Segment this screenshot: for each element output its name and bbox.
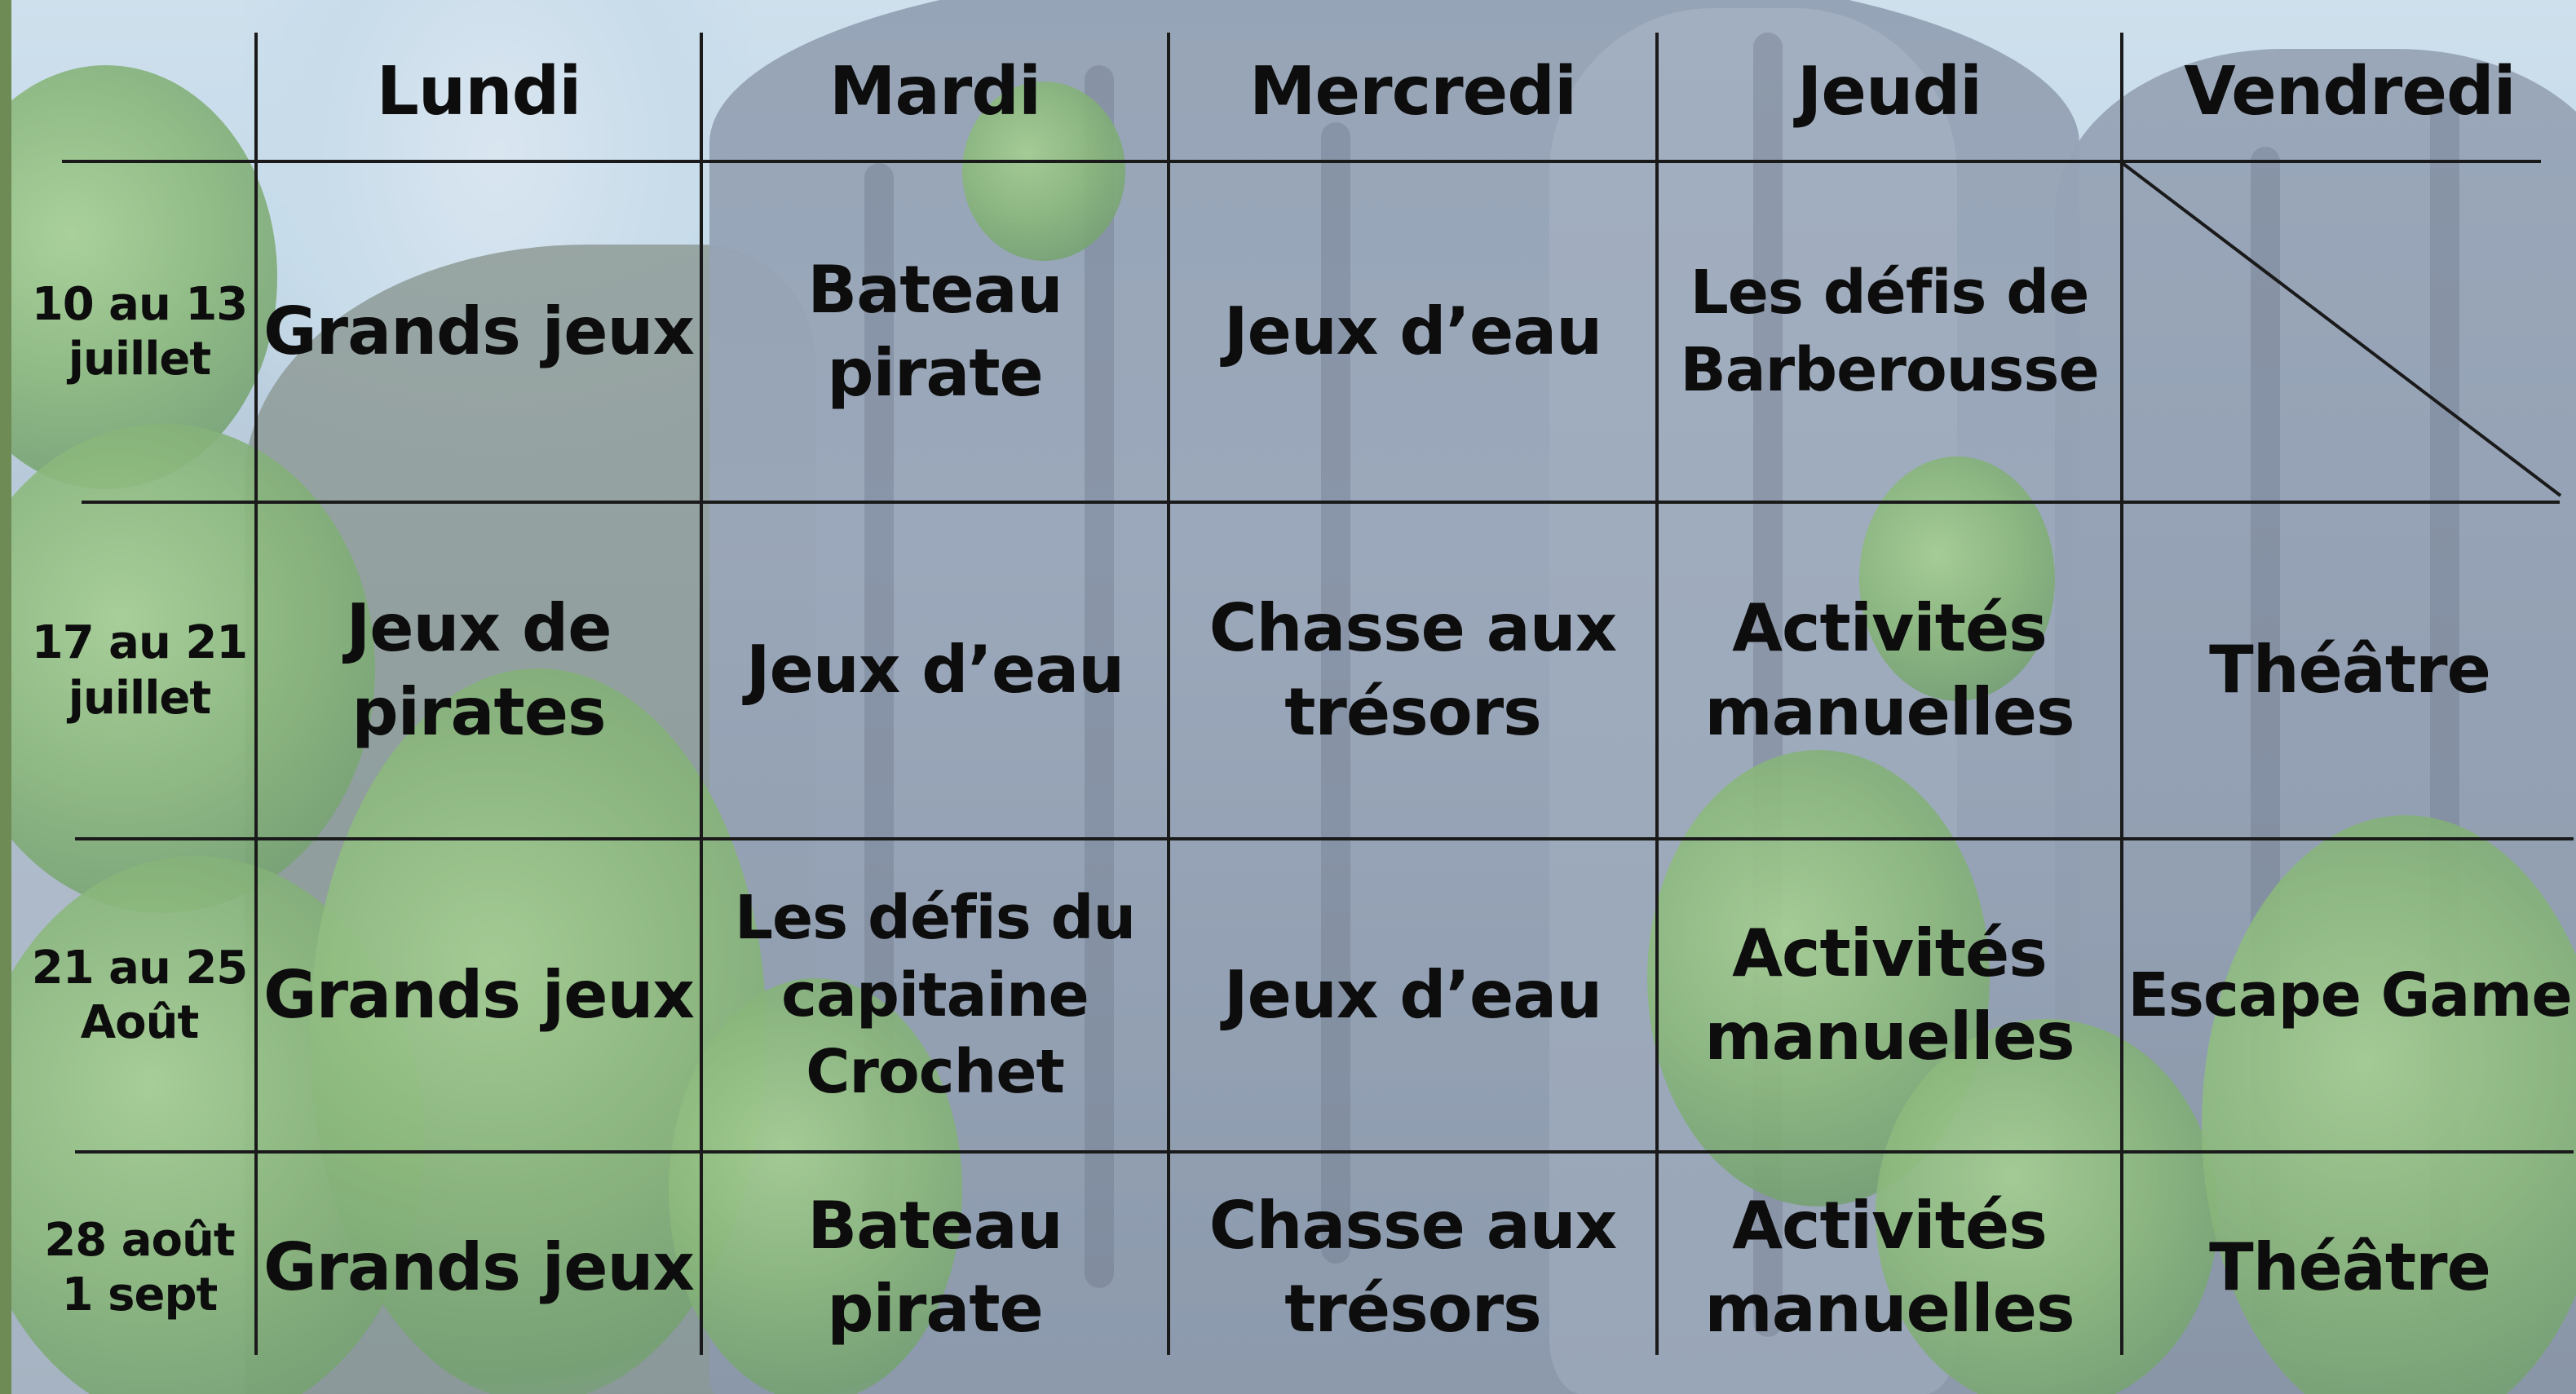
activity-cell: Jeux d’eau — [1223, 293, 1602, 369]
week-label: 21 au 25 Août — [31, 941, 249, 1049]
week-label: 28 août 1 sept — [44, 1213, 235, 1321]
activity-cell: Bateau pirate — [807, 1187, 1063, 1347]
activity-cell: Activités manuelles — [1704, 915, 2074, 1074]
day-header-monday: Lundi — [376, 52, 582, 130]
activity-cell: Chasse aux trésors — [1208, 1187, 1618, 1347]
activity-cell: Activités manuelles — [1704, 590, 2074, 750]
activity-cell: Grands jeux — [263, 956, 695, 1033]
activity-cell: Chasse aux trésors — [1208, 590, 1618, 750]
activity-cell: Théâtre — [2209, 632, 2491, 708]
activity-cell: Jeux d’eau — [1223, 956, 1602, 1033]
day-header-friday: Vendredi — [2184, 52, 2516, 130]
day-header-wednesday: Mercredi — [1248, 52, 1577, 130]
activity-cell: Les défis de Barberousse — [1680, 258, 2099, 405]
activity-cell-empty — [2123, 163, 2576, 501]
activity-cell: Jeux d’eau — [745, 632, 1125, 708]
activity-cell: Grands jeux — [263, 1229, 695, 1305]
activity-cell: Activités manuelles — [1704, 1187, 2074, 1347]
day-header-tuesday: Mardi — [828, 52, 1041, 130]
activity-cell: Bateau pirate — [807, 251, 1063, 411]
week-label: 10 au 13 juillet — [31, 277, 249, 386]
schedule-table: Lundi Mardi Mercredi Jeudi Vendredi 10 a… — [0, 0, 2576, 1394]
week-label: 17 au 21 juillet — [31, 616, 249, 725]
activity-cell: Les défis du capitaine Crochet — [734, 882, 1136, 1108]
day-header-thursday: Jeudi — [1796, 52, 1982, 130]
activity-cell: Jeux de pirates — [346, 590, 612, 750]
activity-cell: Escape Game — [2128, 959, 2572, 1030]
activity-cell: Grands jeux — [263, 293, 695, 369]
activity-cell: Théâtre — [2209, 1229, 2491, 1305]
